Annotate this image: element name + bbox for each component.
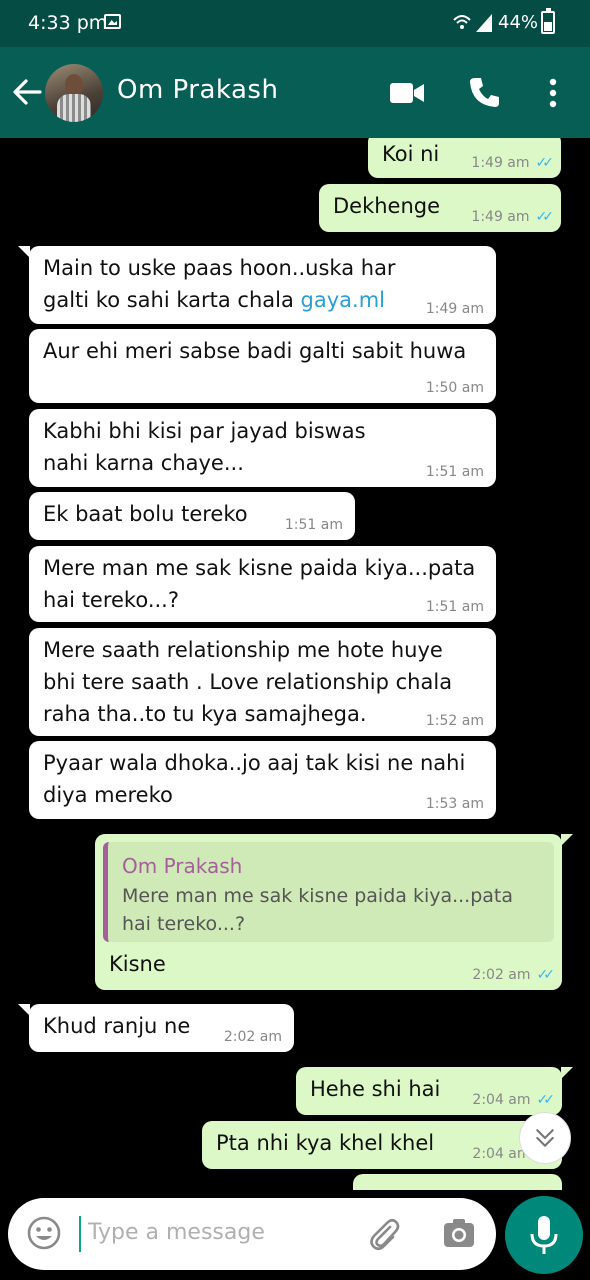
arrow-left-icon[interactable] [10,75,44,109]
phone-icon[interactable] [468,75,502,109]
bubble-tail [561,1067,573,1079]
message-time: 2:02 am [472,967,531,983]
text-caret [79,1216,81,1252]
contact-name[interactable]: Om Prakash [117,75,278,105]
message-time: 1:49 am [471,155,530,171]
message-bubble-incoming[interactable]: Mere man me sak kisne paida kiya...pata … [29,546,496,622]
message-bubble-incoming[interactable]: Kabhi bhi kisi par jayad biswas nahi kar… [29,409,496,487]
message-text: Main to uske paas hoon..uska har galti k… [43,252,426,316]
paperclip-icon[interactable] [366,1216,402,1252]
message-bubble-outgoing[interactable]: Om Prakash Mere man me sak kisne paida k… [95,834,562,990]
battery-icon [541,8,555,34]
message-time: 1:49 am [425,301,484,317]
message-bubble-outgoing-partial[interactable] [353,1174,562,1190]
double-check-icon: ✓✓ [536,967,556,983]
double-check-icon: ✓✓ [536,1092,556,1108]
message-bubble-incoming[interactable]: Khud ranju ne 2:02 am [29,1004,294,1052]
message-text: Aur ehi meri sabse badi galti sabit huwa [43,339,467,363]
bubble-tail [561,834,573,846]
status-bar: 4:33 pm 44% [0,0,590,47]
video-call-icon[interactable] [389,80,425,106]
message-meta: 2:02 am ✓✓ [472,966,556,984]
avatar[interactable] [45,64,103,122]
message-text: Mere saath relationship me hote huye bhi… [43,638,453,726]
quoted-message[interactable]: Om Prakash Mere man me sak kisne paida k… [103,842,554,942]
double-check-icon: ✓✓ [535,155,555,171]
more-vert-icon[interactable] [543,77,563,109]
double-check-icon: ✓✓ [535,209,555,225]
mic-button[interactable] [505,1196,583,1274]
message-bubble-outgoing[interactable]: Dekhenge 1:49 am ✓✓ [319,184,561,232]
message-time: 1:49 am [471,209,530,225]
chat-area[interactable]: Koi ni 1:49 am ✓✓ Dekhenge 1:49 am ✓✓ Main… [0,138,590,1190]
message-text: Kabhi bhi kisi par jayad biswas nahi kar… [43,419,366,475]
message-time: 2:02 am [223,1029,282,1045]
message-bubble-outgoing[interactable]: Koi ni 1:49 am ✓✓ [368,138,561,178]
message-link[interactable]: gaya.ml [301,288,385,312]
message-time: 1:53 am [425,796,484,812]
message-text: Mere man me sak kisne paida kiya...pata … [43,556,476,612]
chat-header: Om Prakash [0,47,590,138]
composer-bar: Type a message [0,1190,590,1280]
message-text: Pyaar wala dhoka..jo aaj tak kisi ne nah… [43,751,466,807]
message-bubble-incoming[interactable]: Mere saath relationship me hote huye bhi… [29,628,496,736]
message-time: 1:52 am [425,713,484,729]
message-bubble-incoming[interactable]: Pyaar wala dhoka..jo aaj tak kisi ne nah… [29,741,496,819]
message-meta: 1:49 am ✓✓ [471,154,555,172]
message-time: 1:51 am [425,599,484,615]
message-bubble-outgoing[interactable]: Hehe shi hai 2:04 am ✓✓ [296,1067,562,1115]
mic-icon [530,1216,558,1254]
emoji-icon[interactable] [26,1215,62,1251]
message-bubble-incoming[interactable]: Aur ehi meri sabse badi galti sabit huwa… [29,329,496,403]
message-bubble-incoming[interactable]: Ek baat bolu tereko 1:51 am [29,492,355,540]
quoted-sender: Om Prakash [122,854,243,878]
message-bubble-incoming[interactable]: Main to uske paas hoon..uska har galti k… [29,246,496,324]
message-meta: 1:49 am ✓✓ [471,208,555,226]
gallery-icon [104,14,121,29]
chevron-double-down-icon[interactable] [519,1112,571,1164]
message-bubble-outgoing[interactable]: Pta nhi kya khel khel 2:04 am ✓✓ [202,1121,562,1169]
camera-icon[interactable] [442,1216,476,1250]
message-time: 1:51 am [284,517,343,533]
battery-percent: 44% [498,12,539,33]
message-meta: 2:04 am ✓✓ [472,1091,556,1109]
status-time: 4:33 pm [28,12,108,34]
message-input[interactable]: Type a message [88,1220,265,1245]
quoted-text: Mere man me sak kisne paida kiya...pata … [122,885,514,935]
message-time: 1:50 am [425,380,484,396]
message-time: 2:04 am [472,1092,531,1108]
message-time: 1:51 am [425,464,484,480]
message-input-box[interactable]: Type a message [8,1198,496,1270]
signal-icon [453,14,492,32]
